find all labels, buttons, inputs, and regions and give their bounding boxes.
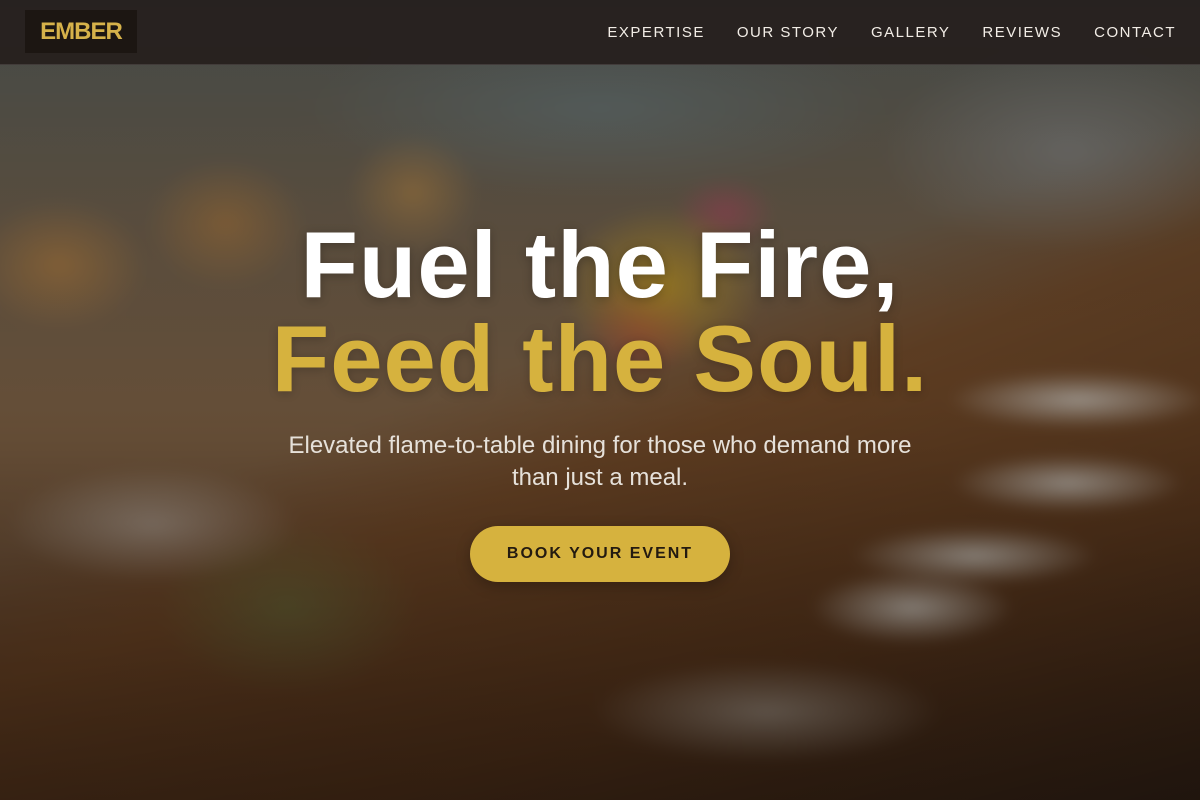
hero-section: EMBER EXPERTISE OUR STORY GALLERY REVIEW…	[0, 0, 1200, 800]
top-navbar: EMBER EXPERTISE OUR STORY GALLERY REVIEW…	[0, 0, 1200, 65]
main-nav: EXPERTISE OUR STORY GALLERY REVIEWS CONT…	[607, 0, 1176, 64]
headline-line-2: Feed the Soul.	[271, 306, 929, 411]
book-event-button[interactable]: BOOK YOUR EVENT	[470, 526, 730, 582]
nav-link-reviews[interactable]: REVIEWS	[982, 24, 1062, 41]
nav-link-contact[interactable]: CONTACT	[1094, 24, 1176, 41]
hero-subtitle: Elevated flame-to-table dining for those…	[288, 432, 912, 491]
hero-content: Fuel the Fire, Feed the Soul. Elevated f…	[0, 218, 1200, 582]
brand-logo[interactable]: EMBER	[25, 10, 137, 53]
headline-line-1: Fuel the Fire,	[300, 212, 900, 317]
nav-link-our-story[interactable]: OUR STORY	[737, 24, 839, 41]
nav-link-expertise[interactable]: EXPERTISE	[607, 24, 704, 41]
nav-link-gallery[interactable]: GALLERY	[871, 24, 950, 41]
hero-headline: Fuel the Fire, Feed the Soul.	[0, 218, 1200, 406]
